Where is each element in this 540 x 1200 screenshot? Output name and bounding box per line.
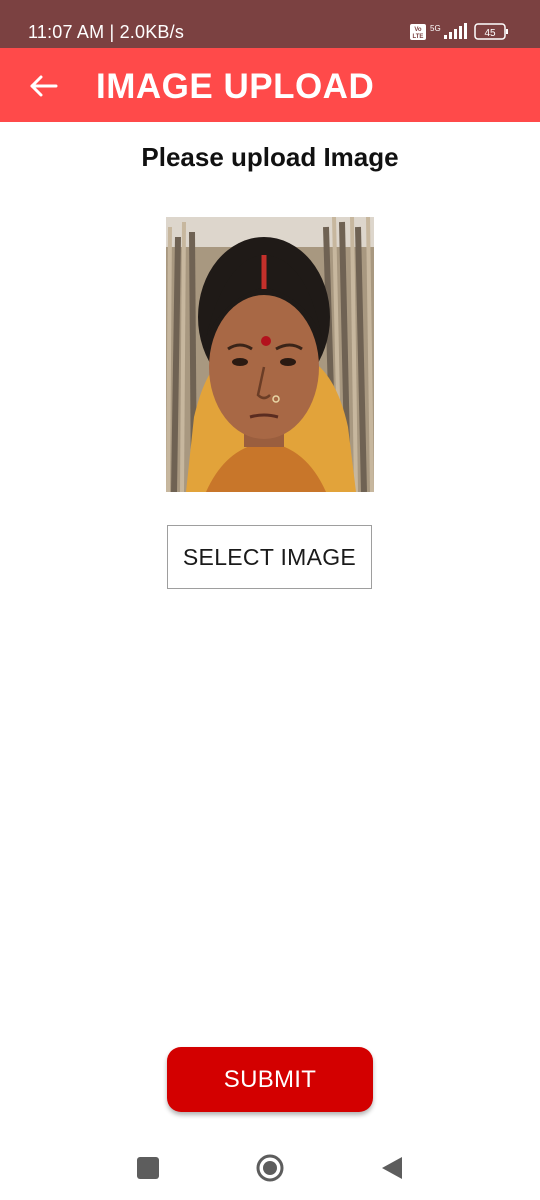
- home-circle-icon[interactable]: [255, 1153, 285, 1183]
- uploaded-image-preview: [166, 217, 374, 492]
- status-icons: Vo LTE 5G 45: [410, 20, 510, 44]
- app-bar: IMAGE UPLOAD: [0, 48, 540, 122]
- svg-text:LTE: LTE: [413, 34, 424, 40]
- portrait-photo: [166, 217, 374, 492]
- upload-heading: Please upload Image: [141, 142, 399, 172]
- select-image-button[interactable]: SELECT IMAGE: [167, 525, 372, 589]
- back-button[interactable]: [22, 62, 66, 106]
- svg-text:5G: 5G: [430, 24, 441, 33]
- page-title: IMAGE UPLOAD: [96, 67, 375, 106]
- svg-text:Vo: Vo: [414, 27, 422, 33]
- submit-button[interactable]: SUBMIT: [167, 1047, 373, 1112]
- signal-battery-icon: Vo LTE 5G 45: [410, 23, 508, 40]
- svg-text:45: 45: [484, 28, 496, 39]
- back-triangle-icon[interactable]: [380, 1155, 404, 1181]
- arrow-left-icon: [30, 75, 58, 97]
- system-nav-bar: [0, 1140, 540, 1200]
- status-bar: 11:07 AM | 2.0KB/s Vo LTE 5G 45: [0, 0, 540, 48]
- square-icon[interactable]: [137, 1157, 159, 1179]
